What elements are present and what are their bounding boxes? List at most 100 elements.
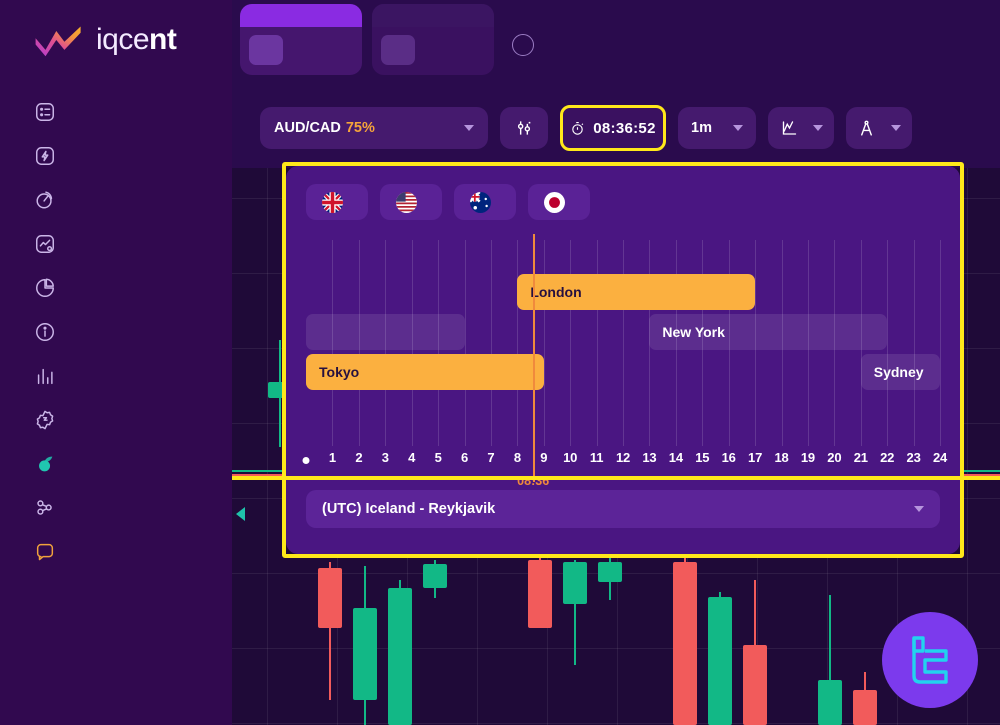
timeline-gridline xyxy=(623,240,624,446)
candlestick xyxy=(388,580,412,725)
candlestick-body xyxy=(423,564,447,588)
candlestick-body xyxy=(743,645,767,725)
sidebar-item-trading-academy[interactable] xyxy=(0,442,232,486)
session-bar-sydney: Sydney xyxy=(860,354,940,390)
chevron-down-icon xyxy=(813,125,823,131)
brand-name-bold: nt xyxy=(149,23,177,56)
candlestick xyxy=(708,592,732,725)
session-bar-tokyo: Tokyo xyxy=(306,354,544,390)
timeline-gridline xyxy=(464,240,466,446)
hour-tick-label: 23 xyxy=(906,450,921,465)
sidebar-item-my-trades[interactable] xyxy=(0,90,232,134)
info-circle-icon xyxy=(36,323,54,341)
trade-timer[interactable]: 08:36:52 xyxy=(560,105,666,151)
interval-selector[interactable]: 1m xyxy=(678,107,756,149)
collapse-left-arrow-icon xyxy=(235,507,245,521)
session-chip-japan[interactable] xyxy=(528,184,590,220)
candlestick xyxy=(563,560,587,665)
timezone-value: (UTC) Iceland - Reykjavik xyxy=(322,501,496,517)
hour-tick-label: 12 xyxy=(615,450,631,465)
pie-chart-icon xyxy=(36,278,54,297)
candlestick-body xyxy=(598,562,622,582)
candlestick-body xyxy=(318,568,342,628)
session-bar-label: New York xyxy=(662,324,725,340)
chevron-down-icon xyxy=(733,125,743,131)
timeline-gridline xyxy=(570,240,572,446)
chart-area[interactable]: AUD/CAD 75% 08:36:52 1m London New York … xyxy=(232,88,1000,725)
option-tab-aud-cad[interactable] xyxy=(240,4,362,75)
people-group-icon xyxy=(37,500,52,515)
option-tab-payout xyxy=(381,35,415,65)
session-chip-uk[interactable] xyxy=(306,184,368,220)
hour-tick-label: 20 xyxy=(827,450,842,465)
hour-tick-label: 7 xyxy=(487,450,495,465)
candlestick xyxy=(423,560,447,598)
sidebar-item-trading-contest[interactable] xyxy=(0,222,232,266)
candlestick xyxy=(853,672,877,725)
option-tabs xyxy=(232,0,1000,75)
timezone-selector[interactable]: (UTC) Iceland - Reykjavik xyxy=(306,490,940,528)
trading-platform-window: AUD/CAD 75% 08:36:52 1m London New York … xyxy=(0,0,1000,725)
session-chip-usa[interactable] xyxy=(380,184,442,220)
session-bar-label: Sydney xyxy=(873,364,924,380)
list-square-icon xyxy=(36,103,54,121)
candlestick-body xyxy=(563,562,587,604)
session-countdown-chips xyxy=(306,184,940,220)
indicators-button[interactable] xyxy=(500,107,548,149)
graduation-cap-icon xyxy=(39,456,53,472)
candlestick-body xyxy=(528,560,552,628)
sidebar-item-live-chat[interactable] xyxy=(0,530,232,574)
hour-tick-label: 8 xyxy=(513,450,521,465)
sidebar-item-trading-stats[interactable] xyxy=(0,354,232,398)
hour-axis: 1 2 3 4 5 6 7 8 9 10 11 12 13 14 15 16 17 18 19 20 21 22 23 24 0… xyxy=(302,450,947,488)
hour-tick-label: 15 xyxy=(695,450,710,465)
sessions-timeline: London New York Sydney Tokyo xyxy=(306,234,941,482)
stopwatch-icon xyxy=(572,121,584,135)
sidebar-nav xyxy=(0,90,232,574)
zigzag-logo-icon xyxy=(35,26,81,57)
candlestick xyxy=(818,595,842,725)
lc-logo-watermark-icon xyxy=(882,612,978,708)
session-bar-inactive xyxy=(306,314,465,350)
sidebar-item-marketplace[interactable] xyxy=(0,398,232,442)
candlestick xyxy=(673,558,697,725)
option-tab-eur-usd-otc[interactable] xyxy=(372,4,494,75)
hour-tick-label: 6 xyxy=(460,450,469,465)
sidebar-item-market-analysis[interactable] xyxy=(0,266,232,310)
drawing-tools-selector[interactable] xyxy=(846,107,912,149)
chevron-down-icon xyxy=(891,125,901,131)
hour-tick-label: 16 xyxy=(721,450,736,465)
chat-bubble-icon xyxy=(36,543,54,561)
hour-tick-label: 10 xyxy=(563,450,578,465)
line-chart-icon xyxy=(782,121,797,135)
current-time-marker xyxy=(533,234,535,482)
session-chip-australia[interactable] xyxy=(454,184,516,220)
sidebar-item-help-center[interactable] xyxy=(0,310,232,354)
sidebar: iqcent xyxy=(0,0,232,725)
candlestick-body xyxy=(388,588,412,725)
plus-circle-icon[interactable] xyxy=(512,34,534,56)
candlestick xyxy=(598,558,622,600)
candlestick xyxy=(353,566,377,725)
candlestick xyxy=(743,580,767,725)
australia-flag-icon xyxy=(470,191,491,213)
usa-flag-icon xyxy=(396,191,417,213)
hour-axis-origin-dot xyxy=(302,457,310,464)
sidebar-item-copy-trading[interactable] xyxy=(0,178,232,222)
timeline-gridline xyxy=(940,240,941,446)
sidebar-collapse-button[interactable] xyxy=(232,500,248,528)
hour-tick-label: 14 xyxy=(668,450,683,465)
session-bar-label: Tokyo xyxy=(319,364,360,380)
asset-payout-label: 75% xyxy=(345,120,375,136)
sidebar-item-invite-a-friend[interactable] xyxy=(0,486,232,530)
brand-logo[interactable]: iqcent xyxy=(0,0,232,58)
candlestick xyxy=(528,557,552,628)
chart-trophy-icon xyxy=(36,235,54,253)
hour-tick-label: 17 xyxy=(748,450,763,465)
sidebar-item-turbosavings[interactable] xyxy=(0,134,232,178)
timeline-gridline xyxy=(887,240,889,446)
chevron-down-icon xyxy=(464,125,474,131)
asset-selector[interactable]: AUD/CAD 75% xyxy=(260,107,488,149)
chart-type-selector[interactable] xyxy=(768,107,834,149)
candles-indicator-icon xyxy=(517,121,531,135)
